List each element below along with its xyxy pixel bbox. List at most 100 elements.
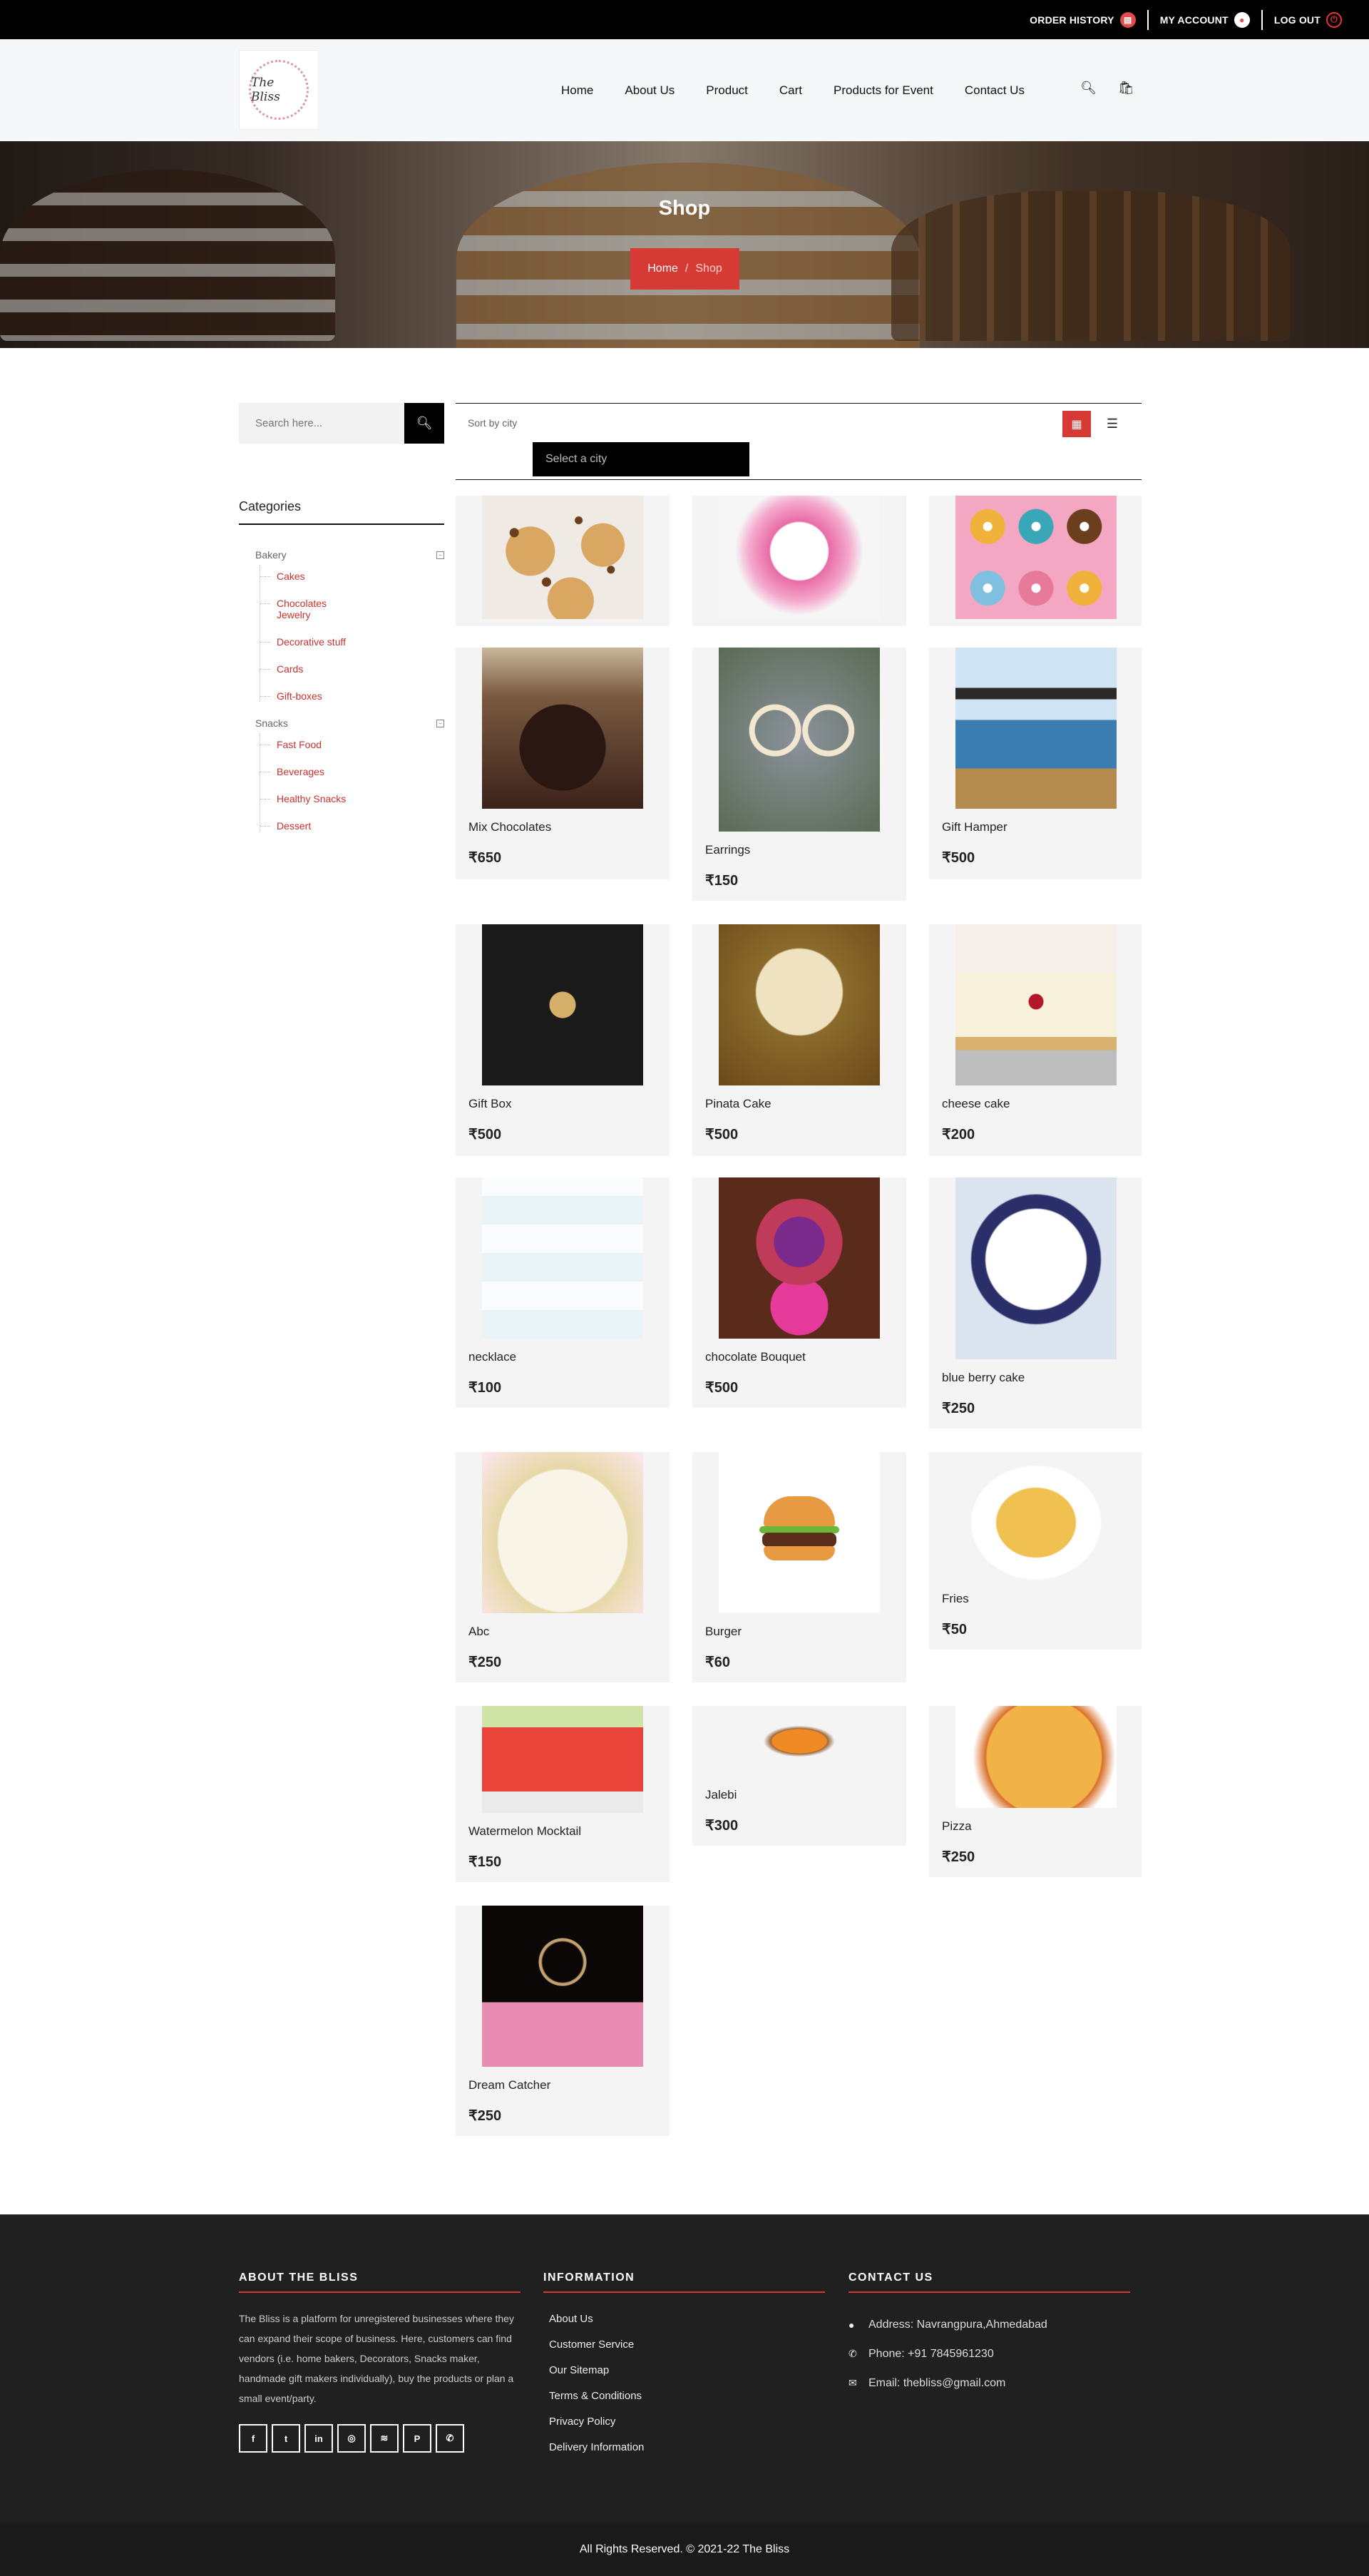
product-image-donuts[interactable]	[955, 496, 1117, 619]
collapse-icon[interactable]: −	[436, 551, 444, 559]
category-cards[interactable]: Cards	[260, 663, 444, 675]
product-image-gift-box[interactable]	[482, 924, 643, 1085]
site-logo[interactable]: The Bliss	[239, 50, 319, 130]
product-card[interactable]: Earrings ₹150	[692, 648, 906, 901]
product-image-pinata-cake[interactable]	[719, 924, 880, 1085]
product-image-burger[interactable]	[719, 1452, 880, 1613]
dribbble-icon[interactable]: ◎	[337, 2424, 366, 2453]
product-name[interactable]: Pizza	[942, 1819, 972, 1834]
product-card[interactable]: Pizza ₹250	[929, 1706, 1142, 1877]
product-card[interactable]: Fries ₹50	[929, 1452, 1142, 1650]
product-name[interactable]: Mix Chocolates	[468, 820, 551, 834]
product-name[interactable]: Gift Hamper	[942, 820, 1007, 834]
product-card[interactable]: blue berry cake ₹250	[929, 1177, 1142, 1428]
my-account-link[interactable]: MY ACCOUNT ●	[1149, 11, 1261, 28]
search-button[interactable]: 🔍︎	[404, 403, 444, 444]
log-out-link[interactable]: LOG OUT ⏻	[1263, 11, 1353, 28]
product-name[interactable]: cheese cake	[942, 1097, 1010, 1111]
product-card[interactable]: necklace ₹100	[456, 1177, 670, 1408]
product-name[interactable]: Pinata Cake	[705, 1097, 771, 1111]
product-image-mocktail[interactable]	[482, 1706, 643, 1813]
product-card[interactable]: Gift Hamper ₹500	[929, 648, 1142, 879]
product-image-cookies[interactable]	[482, 496, 643, 619]
list-view-button[interactable]: ☰	[1102, 411, 1123, 437]
nav-products-for-event[interactable]: Products for Event	[834, 83, 933, 98]
product-image-jalebi[interactable]	[719, 1706, 880, 1777]
product-image-pink-rose-cake[interactable]	[719, 496, 880, 619]
footer-link-privacy[interactable]: Privacy Policy	[543, 2416, 825, 2441]
product-card[interactable]	[929, 496, 1142, 626]
product-image-birthday-cake[interactable]	[482, 1452, 643, 1613]
product-name[interactable]: Jalebi	[705, 1788, 737, 1802]
category-chocolates-jewelry[interactable]: Chocolates Jewelry	[260, 598, 339, 620]
contact-email[interactable]: ✉ Email: thebliss@gmail.com	[848, 2368, 1130, 2398]
pinterest-icon[interactable]: P	[403, 2424, 431, 2453]
grid-view-button[interactable]: ▦	[1062, 411, 1091, 437]
product-name[interactable]: Fries	[942, 1592, 969, 1606]
product-image-pizza[interactable]	[955, 1706, 1117, 1808]
product-image-fries[interactable]	[955, 1452, 1117, 1580]
nav-home[interactable]: Home	[561, 83, 593, 98]
linkedin-icon[interactable]: in	[304, 2424, 333, 2453]
product-name[interactable]: necklace	[468, 1350, 516, 1364]
nav-about-us[interactable]: About Us	[625, 83, 675, 98]
product-image-gift-hamper[interactable]	[955, 648, 1117, 809]
product-card[interactable]: Burger ₹60	[692, 1452, 906, 1682]
category-healthy-snacks[interactable]: Healthy Snacks	[260, 793, 444, 804]
facebook-icon[interactable]: f	[239, 2424, 267, 2453]
search-icon[interactable]: 🔍︎	[1080, 81, 1097, 96]
product-image-dream-catcher[interactable]	[482, 1906, 643, 2067]
shopping-bag-icon[interactable]: 🛍︎	[1118, 81, 1134, 96]
product-card[interactable]: Gift Box ₹500	[456, 924, 670, 1156]
category-dessert[interactable]: Dessert	[260, 820, 444, 832]
product-name[interactable]: Gift Box	[468, 1097, 511, 1111]
product-name[interactable]: Earrings	[705, 843, 750, 857]
breadcrumb-home[interactable]: Home	[647, 262, 678, 275]
product-card[interactable]: Watermelon Mocktail ₹150	[456, 1706, 670, 1882]
product-name[interactable]: Dream Catcher	[468, 2078, 550, 2092]
product-card[interactable]: Abc ₹250	[456, 1452, 670, 1682]
product-name[interactable]: blue berry cake	[942, 1371, 1025, 1385]
product-name[interactable]: Burger	[705, 1625, 742, 1639]
product-name[interactable]: chocolate Bouquet	[705, 1350, 806, 1364]
category-decorative-stuff[interactable]: Decorative stuff	[260, 636, 444, 648]
order-history-link[interactable]: ORDER HISTORY ▤	[1018, 11, 1147, 28]
footer-link-terms[interactable]: Terms & Conditions	[543, 2390, 825, 2416]
category-fast-food[interactable]: Fast Food	[260, 739, 444, 750]
footer-link-about-us[interactable]: About Us	[543, 2313, 825, 2339]
twitter-icon[interactable]: t	[272, 2424, 300, 2453]
rss-icon[interactable]: ≋	[370, 2424, 399, 2453]
product-card[interactable]: Dream Catcher ₹250	[456, 1906, 670, 2136]
footer-link-delivery[interactable]: Delivery Information	[543, 2441, 825, 2467]
search-input[interactable]	[239, 403, 404, 444]
city-select[interactable]: Select a city	[533, 442, 749, 476]
envelope-icon: ✉	[848, 2377, 857, 2388]
product-card[interactable]: Pinata Cake ₹500	[692, 924, 906, 1156]
category-cakes[interactable]: Cakes	[260, 571, 444, 582]
product-image-blueberry-cake[interactable]	[955, 1177, 1117, 1359]
whatsapp-icon[interactable]: ✆	[436, 2424, 464, 2453]
product-image-chocolate-bouquet[interactable]	[719, 1177, 880, 1339]
collapse-icon[interactable]: −	[436, 720, 444, 727]
footer-link-customer-service[interactable]: Customer Service	[543, 2339, 825, 2364]
product-card[interactable]	[692, 496, 906, 626]
category-bakery[interactable]: Bakery −	[255, 549, 444, 565]
category-gift-boxes[interactable]: Gift-boxes	[260, 690, 444, 702]
product-image-chocolate-box[interactable]	[482, 648, 643, 809]
category-beverages[interactable]: Beverages	[260, 766, 444, 777]
product-card[interactable]: Mix Chocolates ₹650	[456, 648, 670, 879]
nav-cart[interactable]: Cart	[779, 83, 802, 98]
product-name[interactable]: Watermelon Mocktail	[468, 1824, 581, 1839]
nav-contact-us[interactable]: Contact Us	[965, 83, 1025, 98]
product-card[interactable]	[456, 496, 670, 626]
product-card[interactable]: Jalebi ₹300	[692, 1706, 906, 1846]
product-name[interactable]: Abc	[468, 1625, 489, 1639]
nav-product[interactable]: Product	[706, 83, 748, 98]
category-snacks[interactable]: Snacks −	[255, 717, 444, 733]
product-image-card[interactable]	[482, 1177, 643, 1339]
product-card[interactable]: chocolate Bouquet ₹500	[692, 1177, 906, 1408]
product-card[interactable]: cheese cake ₹200	[929, 924, 1142, 1156]
footer-link-sitemap[interactable]: Our Sitemap	[543, 2364, 825, 2390]
product-image-cheese-cake[interactable]	[955, 924, 1117, 1085]
product-image-earrings[interactable]	[719, 648, 880, 832]
